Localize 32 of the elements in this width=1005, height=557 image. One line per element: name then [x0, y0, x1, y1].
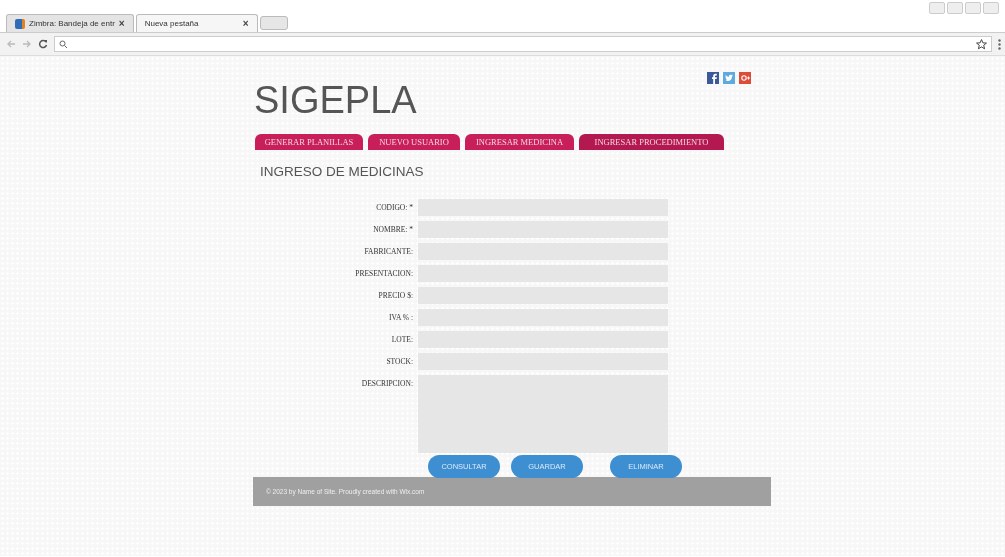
input-field[interactable]: [418, 309, 668, 326]
google-plus-icon[interactable]: [739, 72, 751, 84]
nav-tab[interactable]: INGRESAR PROCEDIMIENTO: [579, 134, 724, 150]
close-icon[interactable]: ×: [242, 18, 249, 29]
text-area[interactable]: [418, 375, 668, 453]
site-logo: SIGEPLA: [254, 78, 417, 122]
browser-tab[interactable]: Zimbra: Bandeja de entr ×: [6, 14, 134, 32]
tab-title: Zimbra: Bandeja de entr: [29, 19, 115, 28]
input-field[interactable]: [418, 221, 668, 238]
facebook-icon[interactable]: [707, 72, 719, 84]
input-field[interactable]: [418, 331, 668, 348]
nav-tab[interactable]: GENERAR PLANILLAS: [255, 134, 363, 150]
browser-tab[interactable]: Nueva pestaña ×: [135, 14, 258, 32]
input-field[interactable]: [418, 353, 668, 370]
menu-icon[interactable]: [998, 38, 1001, 50]
reload-icon[interactable]: [38, 39, 48, 49]
page-heading: INGRESO DE MEDICINAS: [260, 164, 425, 179]
twitter-icon[interactable]: [723, 72, 735, 84]
mail-app-icon: [15, 18, 25, 29]
input-field[interactable]: [418, 243, 668, 260]
tab-title: Nueva pestaña: [144, 19, 200, 28]
nav-tab[interactable]: INGRESAR MEDICINA: [465, 134, 574, 150]
search-icon: [59, 39, 68, 49]
new-tab-button[interactable]: [259, 16, 288, 30]
close-icon[interactable]: ×: [118, 18, 125, 29]
input-field[interactable]: [418, 265, 668, 282]
forward-icon[interactable]: [22, 39, 32, 49]
input-field[interactable]: [418, 287, 668, 304]
input-field[interactable]: [418, 199, 668, 216]
back-icon[interactable]: [6, 39, 16, 49]
star-icon[interactable]: [976, 38, 987, 50]
nav-tab[interactable]: NUEVO USUARIO: [368, 134, 460, 150]
